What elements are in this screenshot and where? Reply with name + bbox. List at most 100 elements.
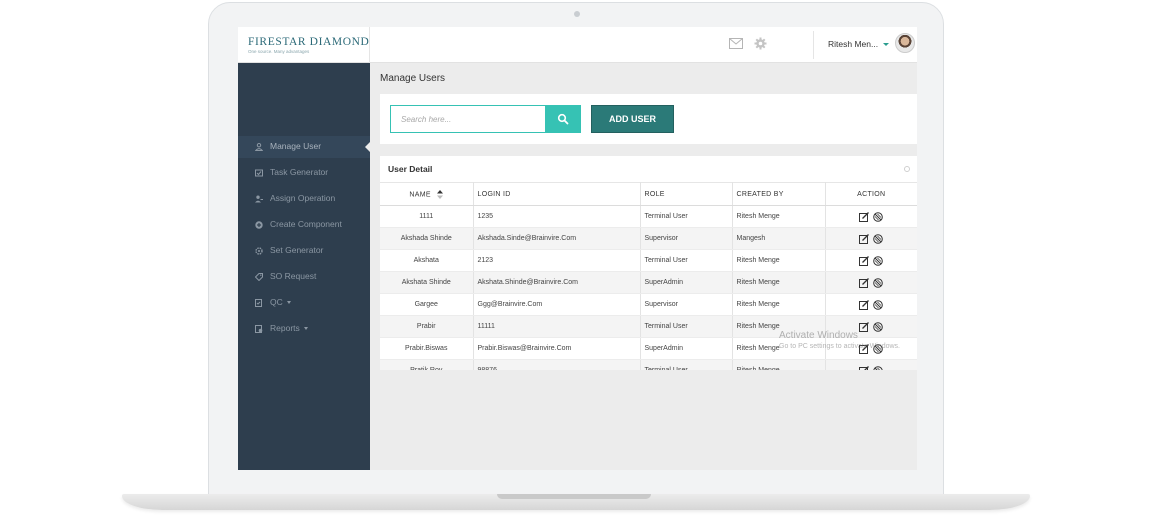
sidebar-item-label: Task Generator bbox=[270, 167, 329, 177]
search-icon bbox=[557, 113, 569, 125]
block-icon[interactable] bbox=[873, 277, 884, 288]
users-table: NAME LOGIN ID ROLE CREATED BY ACTION 111… bbox=[380, 182, 917, 370]
edit-icon[interactable] bbox=[859, 255, 870, 266]
column-header-role: ROLE bbox=[640, 182, 733, 206]
login-id-cell: Akshada.Sinde@Brainvire.Com bbox=[473, 227, 641, 250]
created-by-cell: Ritesh Menge bbox=[732, 359, 826, 370]
search-button[interactable] bbox=[545, 105, 581, 133]
search-input[interactable] bbox=[390, 105, 545, 133]
action-cell bbox=[825, 249, 917, 272]
logo-tagline: One source. Many advantages bbox=[248, 49, 310, 54]
created-by-cell: Ritesh Menge bbox=[732, 249, 826, 272]
created-by-cell: Ritesh Menge bbox=[732, 205, 826, 228]
created-by-cell: Mangesh bbox=[732, 227, 826, 250]
role-cell: Supervisor bbox=[640, 227, 733, 250]
user-menu-name[interactable]: Ritesh Men... bbox=[828, 39, 878, 49]
avatar[interactable] bbox=[895, 33, 915, 53]
table-header-row: NAME LOGIN ID ROLE CREATED BY ACTION bbox=[380, 182, 917, 206]
panel-close-icon[interactable] bbox=[904, 166, 910, 172]
edit-icon[interactable] bbox=[859, 277, 870, 288]
edit-icon[interactable] bbox=[859, 211, 870, 222]
edit-icon[interactable] bbox=[859, 321, 870, 332]
role-cell: SuperAdmin bbox=[640, 337, 733, 360]
name-cell: Akshada Shinde bbox=[380, 227, 474, 250]
login-id-cell: Akshata.Shinde@Brainvire.Com bbox=[473, 271, 641, 294]
sidebar-item-reports[interactable]: Reports bbox=[238, 318, 370, 340]
table-row[interactable]: Akshata 2123 Terminal User Ritesh Menge bbox=[380, 249, 917, 272]
column-header-name[interactable]: NAME bbox=[380, 182, 474, 206]
top-bar: FIRESTAR DIAMOND One source. Many advant… bbox=[238, 27, 917, 63]
role-cell: Supervisor bbox=[640, 293, 733, 316]
action-cell bbox=[825, 271, 917, 294]
user-icon bbox=[255, 143, 263, 151]
active-indicator bbox=[365, 142, 370, 152]
edit-icon[interactable] bbox=[859, 233, 870, 244]
name-cell: Akshata bbox=[380, 249, 474, 272]
task-icon bbox=[255, 169, 263, 177]
sidebar-item-create-component[interactable]: Create Component bbox=[238, 214, 370, 236]
camera-dot bbox=[574, 11, 580, 17]
name-cell: Prabir.Biswas bbox=[380, 337, 474, 360]
chevron-down-icon[interactable] bbox=[883, 43, 889, 46]
block-icon[interactable] bbox=[873, 211, 884, 222]
sidebar-item-label: Manage User bbox=[270, 141, 322, 151]
name-cell: 1111 bbox=[380, 205, 474, 228]
sidebar-item-label: Set Generator bbox=[270, 245, 324, 255]
add-user-button[interactable]: ADD USER bbox=[591, 105, 674, 133]
edit-icon[interactable] bbox=[859, 299, 870, 310]
table-row[interactable]: 1111 1235 Terminal User Ritesh Menge bbox=[380, 205, 917, 228]
sidebar-item-assign-operation[interactable]: Assign Operation bbox=[238, 188, 370, 210]
mail-icon[interactable] bbox=[729, 38, 743, 49]
page-title: Manage Users bbox=[380, 73, 446, 84]
logo-text: FIRESTAR DIAMOND bbox=[248, 36, 370, 48]
chevron-down-icon bbox=[303, 327, 308, 331]
search-panel: ADD USER bbox=[380, 94, 917, 144]
block-icon[interactable] bbox=[873, 299, 884, 310]
login-id-cell: Prabir.Biswas@Brainvire.Com bbox=[473, 337, 641, 360]
laptop-notch bbox=[497, 494, 651, 499]
gear-icon[interactable] bbox=[754, 37, 767, 50]
edit-icon[interactable] bbox=[859, 365, 870, 371]
sidebar: Manage User Task Generator Assign Operat… bbox=[238, 63, 370, 470]
sidebar-item-qc[interactable]: QC bbox=[238, 292, 370, 314]
plus-circle-icon bbox=[255, 221, 263, 229]
name-cell: Gargee bbox=[380, 293, 474, 316]
role-cell: Terminal User bbox=[640, 315, 733, 338]
created-by-cell: Ritesh Menge bbox=[732, 271, 826, 294]
block-icon[interactable] bbox=[873, 255, 884, 266]
report-icon bbox=[255, 325, 263, 333]
block-icon[interactable] bbox=[873, 321, 884, 332]
table-row[interactable]: Gargee Ggg@Brainvire.Com Supervisor Ritesh … bbox=[380, 293, 917, 316]
table-row[interactable]: Pratik Roy98876Terminal UserRitesh Menge bbox=[380, 359, 917, 371]
table-row[interactable]: Akshada Shinde Akshada.Sinde@Brainvire.Co… bbox=[380, 227, 917, 250]
checklist-icon bbox=[255, 299, 262, 307]
login-id-cell: 98876 bbox=[473, 359, 641, 370]
sidebar-item-label: Create Component bbox=[270, 219, 342, 229]
action-cell bbox=[825, 293, 917, 316]
topbar-divider bbox=[813, 31, 814, 59]
block-icon[interactable] bbox=[873, 233, 884, 244]
action-cell bbox=[825, 205, 917, 228]
table-row[interactable]: Akshata Shinde Akshata.Shinde@Brainvire.C… bbox=[380, 271, 917, 294]
sidebar-item-label: QC bbox=[270, 297, 291, 307]
panel-title: User Detail bbox=[388, 164, 433, 174]
sidebar-item-set-generator[interactable]: Set Generator bbox=[238, 240, 370, 262]
chevron-down-icon bbox=[286, 301, 291, 305]
block-icon[interactable] bbox=[873, 365, 884, 371]
created-by-cell: Ritesh Menge bbox=[732, 293, 826, 316]
column-header-login-id: LOGIN ID bbox=[473, 182, 641, 206]
brand-logo[interactable]: FIRESTAR DIAMOND One source. Many advant… bbox=[238, 27, 370, 63]
sidebar-item-manage-user[interactable]: Manage User bbox=[238, 136, 370, 158]
activation-watermark-text: Go to PC settings to activate Windows. bbox=[779, 343, 900, 350]
assign-icon bbox=[255, 195, 263, 203]
role-cell: Terminal User bbox=[640, 359, 733, 370]
name-cell: Akshata Shinde bbox=[380, 271, 474, 294]
sidebar-item-so-request[interactable]: SO Request bbox=[238, 266, 370, 288]
login-id-cell: 1235 bbox=[473, 205, 641, 228]
sort-icon[interactable] bbox=[437, 189, 444, 199]
login-id-cell: Ggg@Brainvire.Com bbox=[473, 293, 641, 316]
column-header-action: ACTION bbox=[825, 182, 917, 206]
activation-watermark-title: Activate Windows bbox=[779, 330, 858, 341]
sidebar-item-task-generator[interactable]: Task Generator bbox=[238, 162, 370, 184]
login-id-cell: 2123 bbox=[473, 249, 641, 272]
